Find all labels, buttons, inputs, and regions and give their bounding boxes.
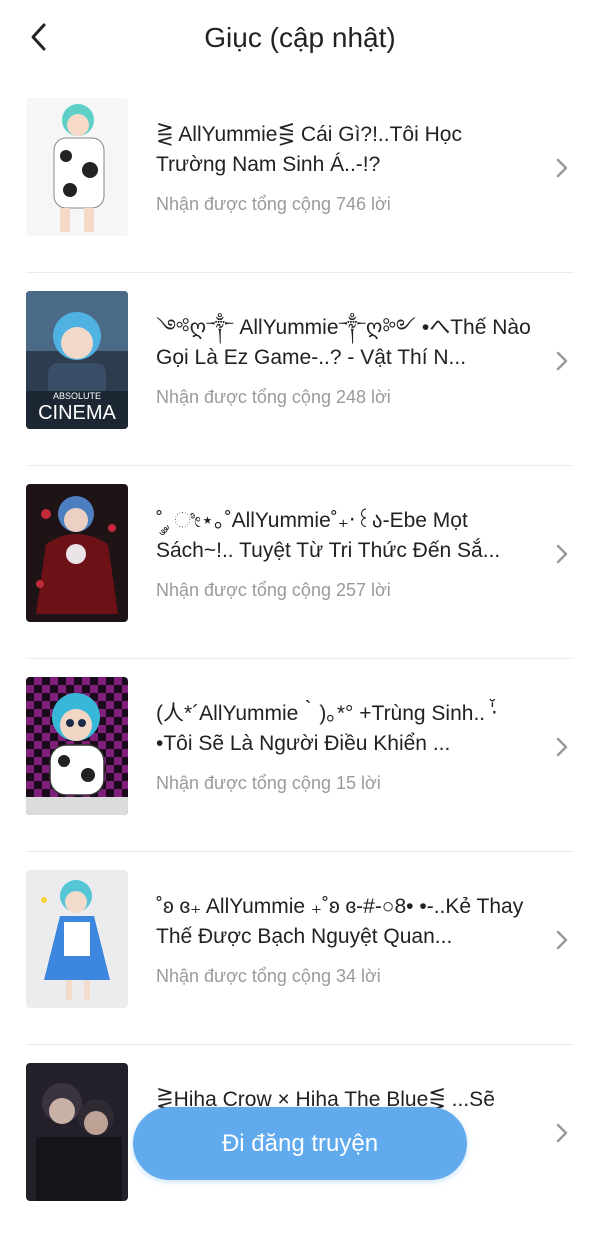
svg-text:ABSOLUTE: ABSOLUTE: [53, 391, 101, 401]
chevron-right-icon: [556, 737, 568, 757]
story-cover: [26, 484, 128, 622]
story-cover: ABSOLUTE CINEMA: [26, 291, 128, 429]
chevron-right-icon: [556, 930, 568, 950]
svg-text:CINEMA: CINEMA: [38, 402, 116, 424]
list-item[interactable]: ABSOLUTE CINEMA ༺ღ༒ AllYummie༒ღ༻ •へThế N…: [26, 273, 574, 466]
chevron-right-icon: [556, 351, 568, 371]
story-title: ˚ ༘ ೀ⋆｡˚AllYummie˚₊‧꒰ა-Ebe Mọt Sách~!.. …: [156, 509, 501, 562]
chevron-right-icon: [556, 158, 568, 178]
post-story-button[interactable]: Đi đăng truyện: [133, 1107, 467, 1180]
story-stat: Nhận được tổng cộng 15 lời: [156, 773, 381, 793]
story-cover: [26, 677, 128, 815]
story-title: ༺ღ༒ AllYummie༒ღ༻ •へThế Nào Gọi Là Ez Gam…: [156, 316, 531, 369]
list-item[interactable]: ˚ʚ ɞ₊ AllYummie ₊˚ʚ ɞ-#-○8• •-..Kẻ Thay …: [26, 852, 574, 1045]
story-stat: Nhận được tổng cộng 34 lời: [156, 966, 381, 986]
list-item[interactable]: (人*´AllYummie｀)｡*° +Trùng Sinh.. ‧̍̊•Tôi…: [26, 659, 574, 852]
story-title: ⋛ AllYummie⋚ Cái Gì?!..Tôi Học Trường Na…: [156, 123, 462, 176]
chevron-right-icon: [556, 544, 568, 564]
story-stat: Nhận được tổng cộng 248 lời: [156, 387, 391, 407]
story-stat: Nhận được tổng cộng 746 lời: [156, 194, 391, 214]
story-cover: [26, 1063, 128, 1201]
story-stat: Nhận được tổng cộng 257 lời: [156, 580, 391, 600]
header: Giục (cập nhật): [0, 0, 600, 80]
story-cover: [26, 98, 128, 236]
story-title: ˚ʚ ɞ₊ AllYummie ₊˚ʚ ɞ-#-○8• •-..Kẻ Thay …: [156, 895, 524, 948]
chevron-right-icon: [556, 1123, 568, 1143]
list-item[interactable]: ⋛ AllYummie⋚ Cái Gì?!..Tôi Học Trường Na…: [26, 80, 574, 273]
list-item[interactable]: ˚ ༘ ೀ⋆｡˚AllYummie˚₊‧꒰ა-Ebe Mọt Sách~!.. …: [26, 466, 574, 659]
page-title: Giục (cập nhật): [204, 22, 396, 53]
story-list: ⋛ AllYummie⋚ Cái Gì?!..Tôi Học Trường Na…: [0, 80, 600, 1237]
story-title: (人*´AllYummie｀)｡*° +Trùng Sinh.. ‧̍̊•Tôi…: [156, 702, 498, 755]
story-cover: [26, 870, 128, 1008]
